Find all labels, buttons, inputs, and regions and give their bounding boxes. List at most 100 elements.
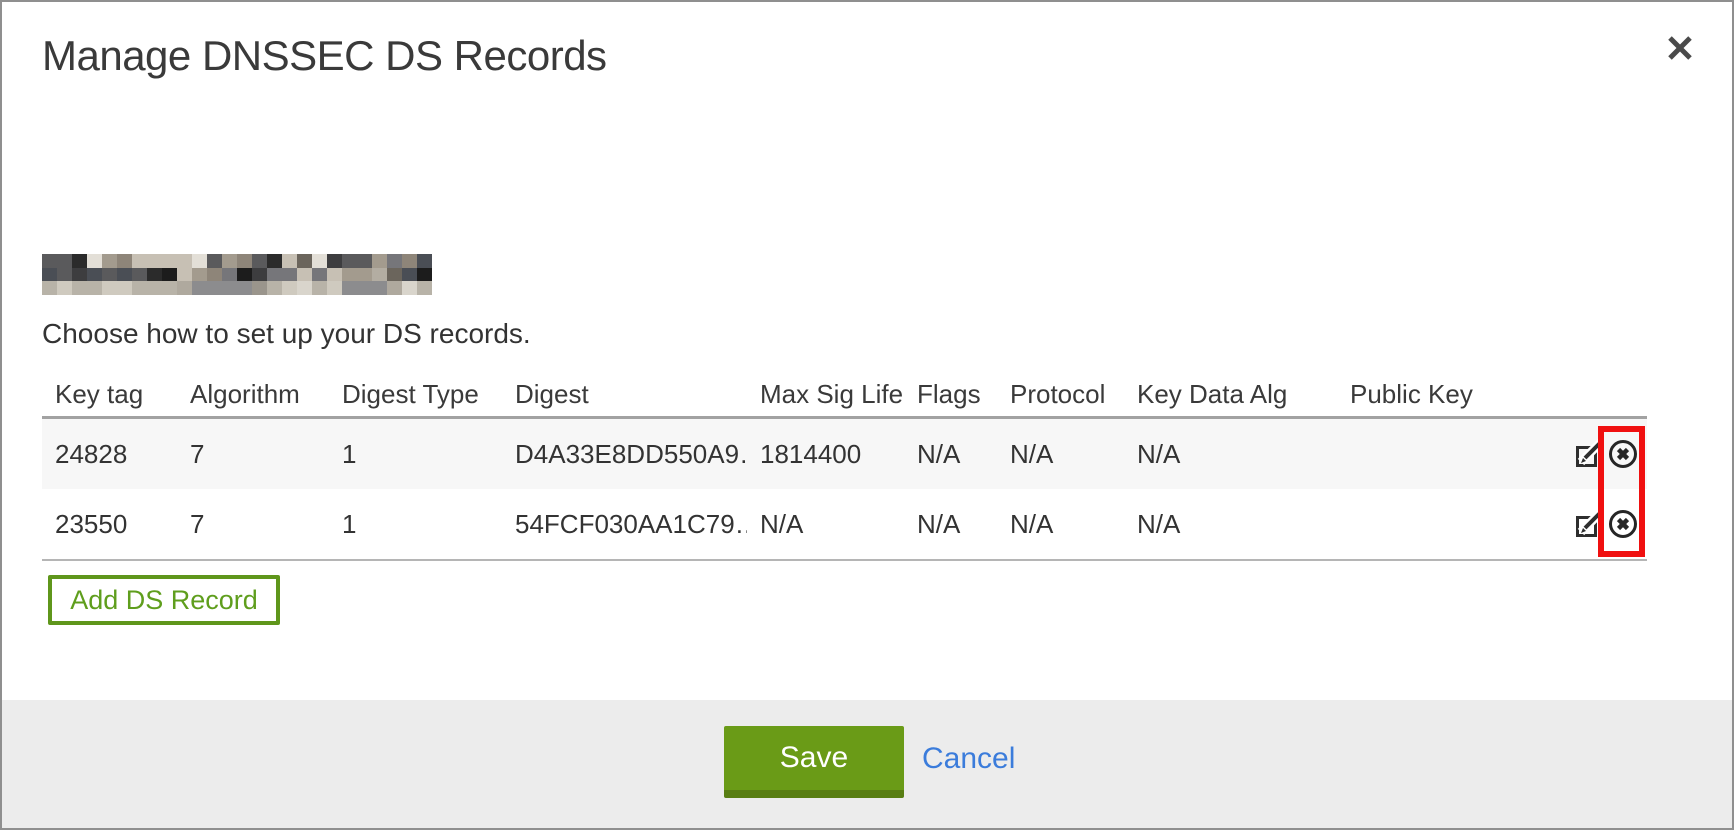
- redaction-pixel: [282, 268, 297, 282]
- redaction-pixel: [222, 268, 237, 282]
- redaction-pixel: [117, 281, 132, 295]
- col-header-max-sig-life: Max Sig Life: [747, 373, 904, 410]
- edit-record-button[interactable]: [1573, 438, 1605, 470]
- redaction-pixel: [42, 281, 57, 295]
- cell-max-sig-life: 1814400: [747, 439, 904, 470]
- cell-digest-type: 1: [329, 439, 502, 470]
- cell-key-tag: 24828: [42, 439, 177, 470]
- cell-key-tag: 23550: [42, 509, 177, 540]
- table-row: 24828 7 1 D4A33E8DD550A9… 1814400 N/A N/…: [42, 419, 1647, 489]
- redaction-pixel: [342, 281, 357, 295]
- redaction-pixel: [327, 268, 342, 282]
- redaction-pixel: [102, 281, 117, 295]
- delete-icon: [1607, 508, 1639, 540]
- col-header-digest-type: Digest Type: [329, 373, 502, 410]
- redaction-pixel: [357, 268, 372, 282]
- redaction-pixel: [147, 254, 162, 268]
- redaction-pixel: [237, 281, 252, 295]
- redacted-domain-name: [42, 254, 432, 295]
- redaction-pixel: [132, 254, 147, 268]
- redaction-pixel: [207, 281, 222, 295]
- cell-digest: 54FCF030AA1C79…: [502, 509, 747, 540]
- redaction-pixel: [42, 268, 57, 282]
- redaction-pixel: [147, 268, 162, 282]
- redaction-pixel: [402, 268, 417, 282]
- dialog-title: Manage DNSSEC DS Records: [42, 32, 607, 80]
- edit-icon: [1573, 438, 1605, 470]
- redaction-pixel: [267, 254, 282, 268]
- redaction-pixel: [387, 268, 402, 282]
- close-icon: [1664, 32, 1696, 64]
- col-header-actions: [1537, 389, 1647, 395]
- redaction-pixel: [267, 268, 282, 282]
- close-button[interactable]: [1662, 30, 1698, 66]
- redaction-pixel: [132, 268, 147, 282]
- redaction-pixel: [207, 254, 222, 268]
- cell-actions: [1537, 508, 1647, 540]
- delete-record-button[interactable]: [1607, 438, 1639, 470]
- redaction-pixel: [72, 254, 87, 268]
- cell-key-data-alg: N/A: [1124, 439, 1337, 470]
- redaction-pixel: [57, 281, 72, 295]
- redaction-pixel: [297, 281, 312, 295]
- delete-icon: [1607, 438, 1639, 470]
- redaction-pixel: [177, 268, 192, 282]
- redaction-pixel: [102, 268, 117, 282]
- redaction-pixel: [87, 254, 102, 268]
- redaction-pixel: [57, 268, 72, 282]
- cell-protocol: N/A: [997, 439, 1124, 470]
- redaction-pixel: [387, 281, 402, 295]
- redaction-pixel: [357, 254, 372, 268]
- cell-protocol: N/A: [997, 509, 1124, 540]
- redaction-pixel: [222, 281, 237, 295]
- redaction-pixel: [417, 254, 432, 268]
- redaction-pixel: [312, 268, 327, 282]
- save-button[interactable]: Save: [724, 726, 904, 798]
- redaction-pixel: [282, 281, 297, 295]
- redaction-pixel: [252, 268, 267, 282]
- add-ds-record-button[interactable]: Add DS Record: [48, 575, 280, 625]
- cell-actions: [1537, 438, 1647, 470]
- col-header-public-key: Public Key: [1337, 373, 1537, 410]
- redaction-pixel: [162, 254, 177, 268]
- redaction-pixel: [72, 281, 87, 295]
- col-header-key-tag: Key tag: [42, 373, 177, 410]
- instruction-text: Choose how to set up your DS records.: [42, 318, 531, 350]
- redaction-pixel: [207, 268, 222, 282]
- col-header-algorithm: Algorithm: [177, 373, 329, 410]
- cancel-link[interactable]: Cancel: [922, 742, 1015, 776]
- redaction-pixel: [237, 268, 252, 282]
- redaction-pixel: [402, 281, 417, 295]
- col-header-digest: Digest: [502, 373, 747, 410]
- cell-max-sig-life: N/A: [747, 509, 904, 540]
- redaction-pixel: [177, 281, 192, 295]
- redaction-pixel: [312, 254, 327, 268]
- edit-record-button[interactable]: [1573, 508, 1605, 540]
- redaction-pixel: [102, 254, 117, 268]
- redaction-pixel: [342, 268, 357, 282]
- table-header-row: Key tag Algorithm Digest Type Digest Max…: [42, 367, 1647, 419]
- redaction-pixel: [402, 254, 417, 268]
- redaction-pixel: [252, 254, 267, 268]
- redaction-pixel: [117, 268, 132, 282]
- redaction-pixel: [87, 268, 102, 282]
- redaction-pixel: [252, 281, 267, 295]
- redaction-pixel: [87, 281, 102, 295]
- redaction-pixel: [192, 281, 207, 295]
- cell-algorithm: 7: [177, 439, 329, 470]
- table-row: 23550 7 1 54FCF030AA1C79… N/A N/A N/A N/…: [42, 489, 1647, 559]
- redaction-pixel: [177, 254, 192, 268]
- redaction-pixel: [282, 254, 297, 268]
- delete-record-button[interactable]: [1607, 508, 1639, 540]
- cell-flags: N/A: [904, 509, 997, 540]
- redaction-pixel: [327, 254, 342, 268]
- redaction-pixel: [72, 268, 87, 282]
- col-header-flags: Flags: [904, 373, 997, 410]
- manage-dnssec-dialog: Manage DNSSEC DS Records Choose how to s…: [0, 0, 1734, 830]
- redaction-pixel: [162, 268, 177, 282]
- redaction-pixel: [372, 281, 387, 295]
- table-body: 24828 7 1 D4A33E8DD550A9… 1814400 N/A N/…: [42, 419, 1647, 561]
- redaction-pixel: [132, 281, 147, 295]
- redaction-pixel: [222, 254, 237, 268]
- redaction-pixel: [162, 281, 177, 295]
